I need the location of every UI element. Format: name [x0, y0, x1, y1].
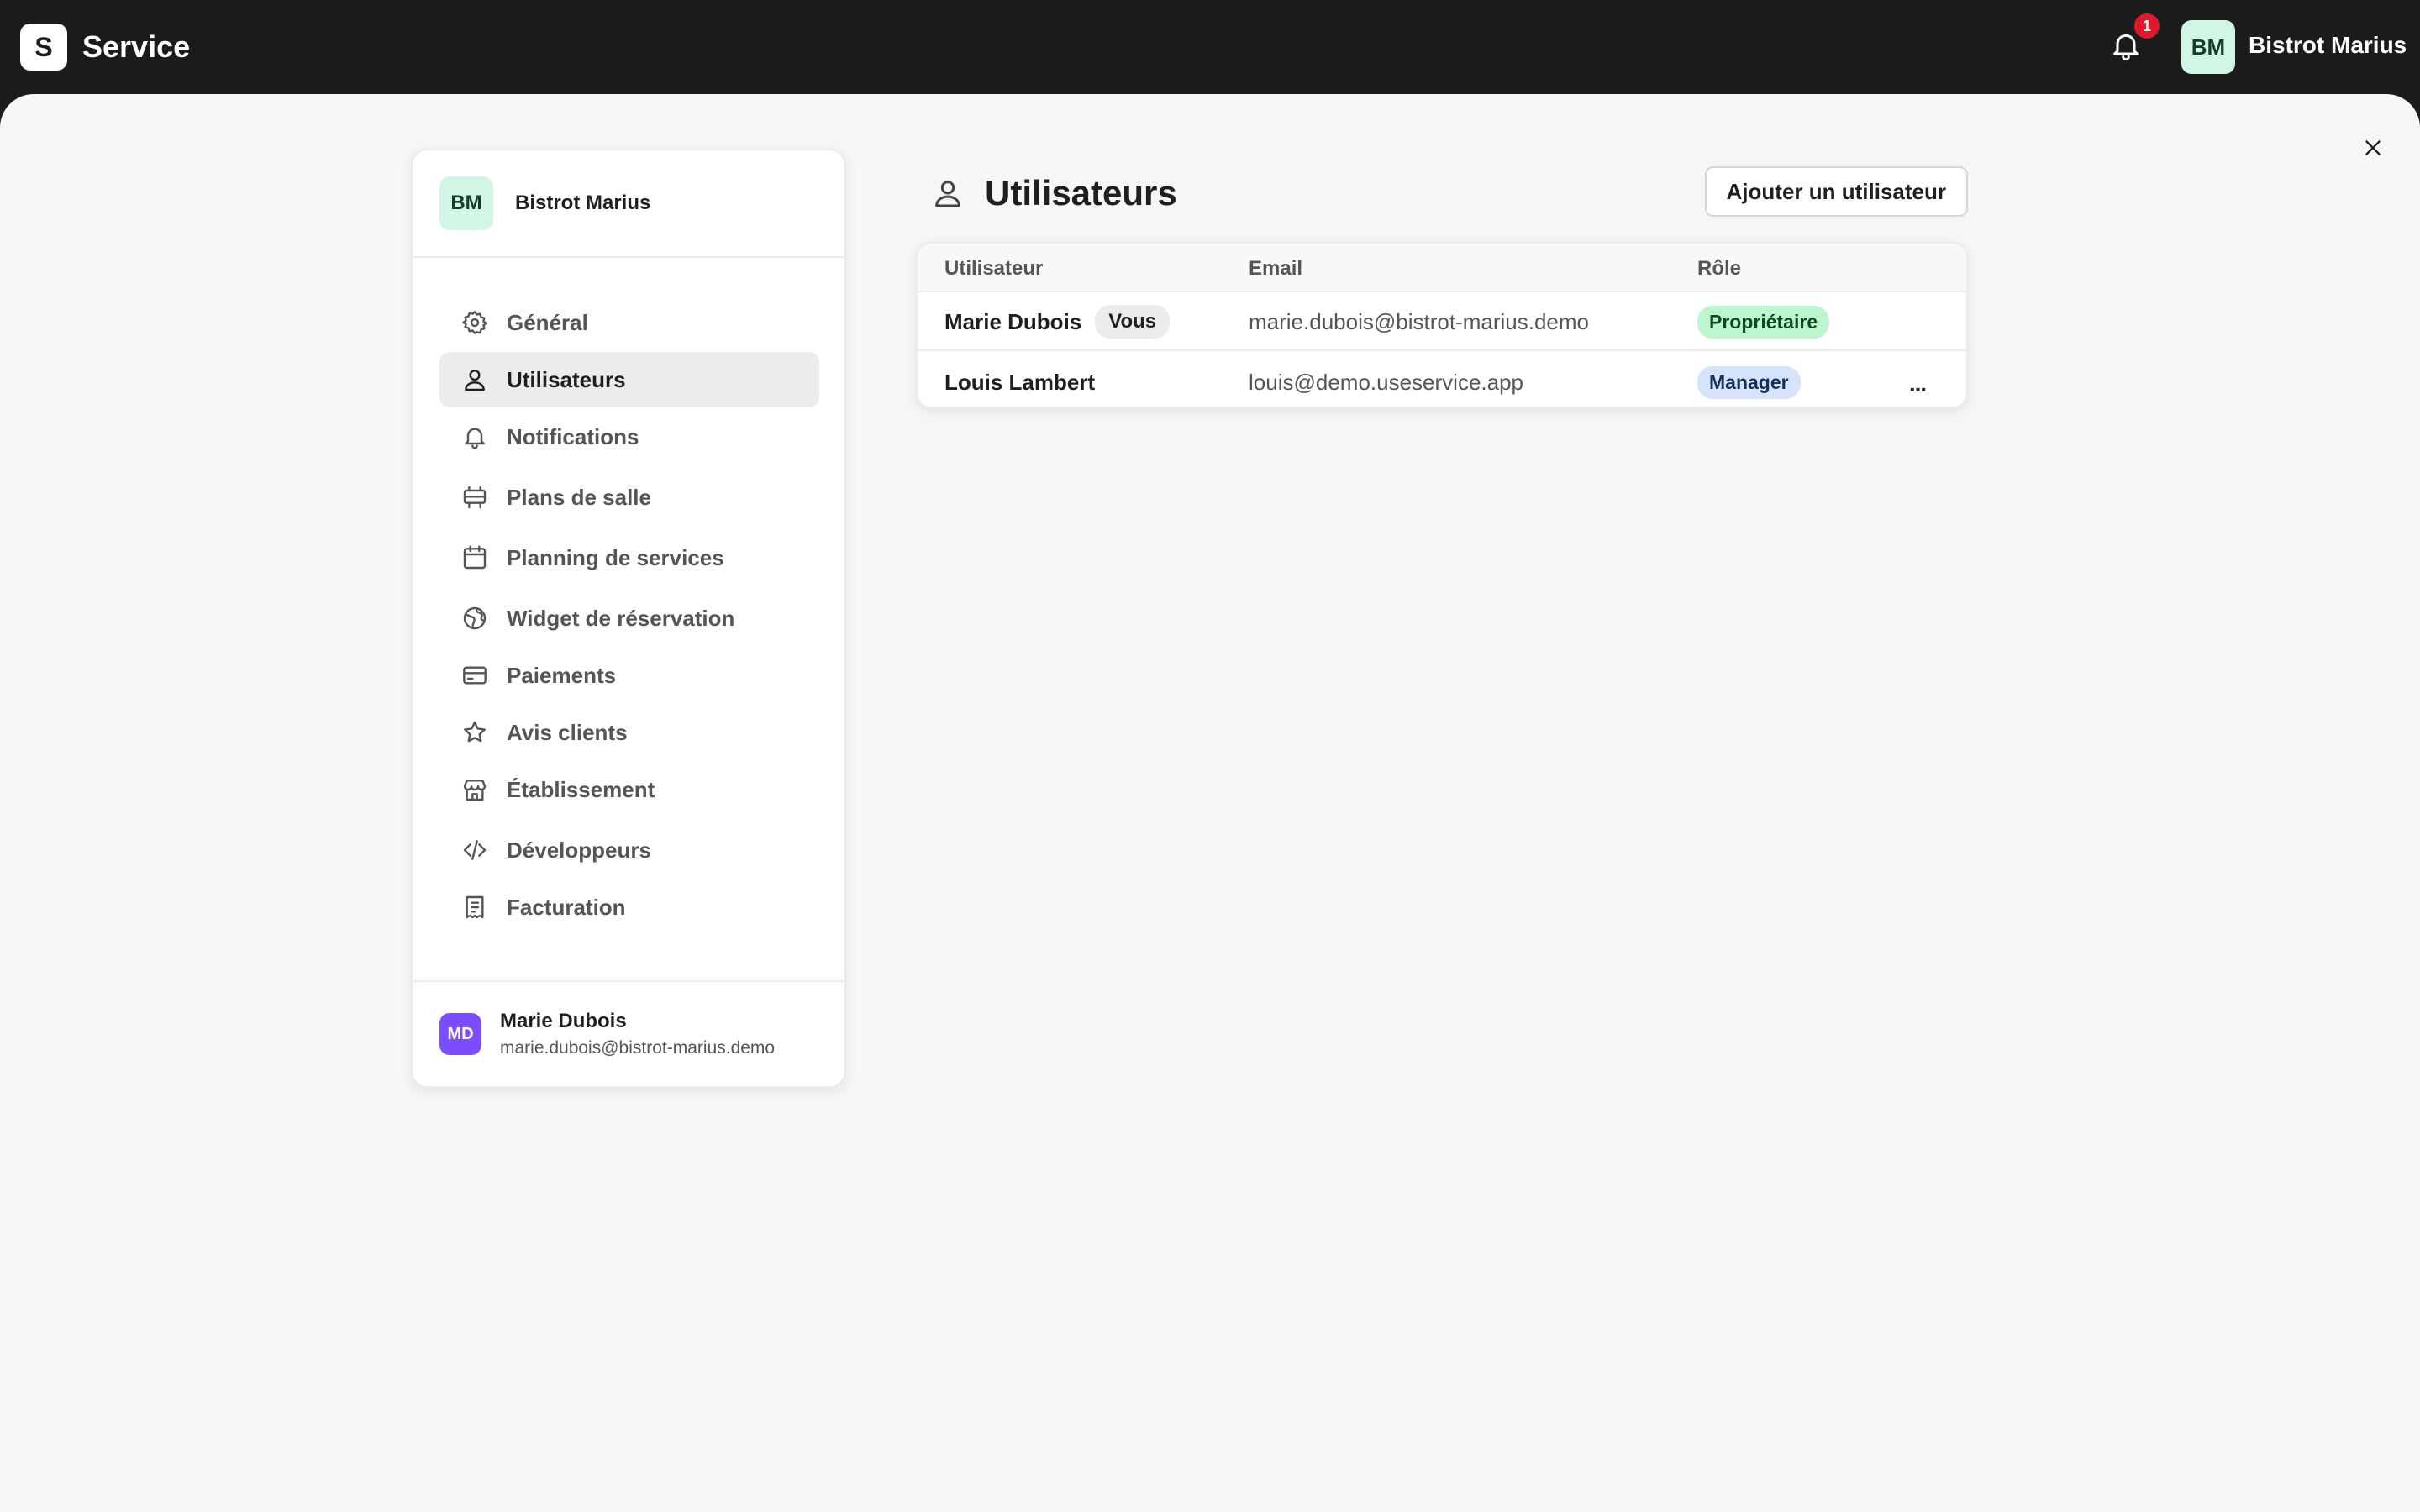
role-cell: Manager — [1697, 353, 1801, 407]
sidebar-item-establishment[interactable]: Établissement — [439, 762, 819, 817]
calendar-icon — [463, 545, 487, 570]
sidebar-user-footer[interactable]: MD Marie Dubois marie.dubois@bistrot-mar… — [413, 980, 844, 1086]
account-avatar[interactable]: BM — [2181, 20, 2235, 74]
bell-icon — [465, 428, 485, 449]
user-email: louis@demo.useservice.app — [1249, 369, 1524, 395]
sidebar-item-billing[interactable]: Facturation — [439, 879, 819, 935]
page-title: Utilisateurs — [985, 173, 1177, 213]
you-badge: Vous — [1095, 305, 1171, 339]
sidebar-item-label: Établissement — [507, 776, 655, 802]
receipt-icon — [466, 895, 484, 919]
sidebar-item-developers[interactable]: Développeurs — [439, 822, 819, 878]
brand-logo: S — [20, 24, 67, 71]
sidebar-item-notifications[interactable]: Notifications — [439, 409, 819, 465]
store-icon — [463, 780, 487, 801]
column-header-role: Rôle — [1697, 257, 1742, 280]
table-row[interactable]: Marie Dubois Vous marie.dubois@bistrot-m… — [918, 292, 1966, 351]
users-table: Utilisateur Email Rôle Marie Dubois Vous… — [916, 242, 1968, 408]
row-actions-menu-button[interactable]: ... — [1901, 370, 1934, 398]
top-bar: S Service 1 BM Bistrot Marius — [0, 0, 2420, 94]
sidebar-item-payments[interactable]: Paiements — [439, 648, 819, 703]
sidebar-item-users[interactable]: Utilisateurs — [439, 352, 819, 407]
user-icon — [465, 370, 485, 391]
user-name: Marie Dubois — [500, 1010, 627, 1032]
sidebar-item-label: Planning de services — [507, 544, 724, 570]
globe-icon — [463, 606, 487, 630]
sidebar-item-booking-widget[interactable]: Widget de réservation — [439, 591, 819, 646]
sidebar-item-label: Facturation — [507, 894, 626, 920]
page-header: Utilisateurs Ajouter un utilisateur — [931, 161, 1968, 225]
sidebar-item-service-planning[interactable]: Planning de services — [439, 530, 819, 585]
table-header: Utilisateur Email Rôle — [918, 244, 1966, 292]
sidebar-org-header[interactable]: BM Bistrot Marius — [413, 150, 844, 258]
user-email: marie.dubois@bistrot-marius.demo — [500, 1038, 776, 1058]
star-icon — [464, 721, 486, 743]
sidebar-item-label: Widget de réservation — [507, 605, 735, 631]
notifications-button[interactable]: 1 — [2109, 13, 2160, 66]
user-name: Marie Dubois — [944, 308, 1082, 334]
user-name-cell: Marie Dubois Vous — [944, 292, 1171, 351]
settings-sheet: BM Bistrot Marius Général Utilisateurs N… — [0, 94, 2420, 1512]
role-cell: Propriétaire — [1697, 292, 1830, 351]
brand-name: Service — [82, 29, 191, 64]
close-button[interactable] — [2353, 128, 2393, 168]
sidebar-item-label: Général — [507, 309, 588, 335]
column-header-email: Email — [1249, 257, 1303, 280]
floor-plan-icon — [463, 486, 487, 509]
user-email: marie.dubois@bistrot-marius.demo — [1249, 308, 1589, 334]
brand[interactable]: S Service — [20, 24, 190, 71]
account-name[interactable]: Bistrot Marius — [2249, 32, 2407, 59]
sidebar-item-reviews[interactable]: Avis clients — [439, 705, 819, 760]
role-badge: Propriétaire — [1697, 305, 1830, 339]
add-user-button[interactable]: Ajouter un utilisateur — [1704, 166, 1968, 217]
user-name: Louis Lambert — [944, 369, 1096, 395]
user-avatar: MD — [439, 1013, 481, 1055]
sidebar-item-label: Notifications — [507, 423, 639, 449]
sidebar-item-label: Paiements — [507, 662, 617, 688]
table-row[interactable]: Louis Lambert louis@demo.useservice.app … — [918, 353, 1966, 407]
sidebar-item-label: Avis clients — [507, 719, 628, 745]
sidebar-item-label: Plans de salle — [507, 484, 651, 510]
org-name: Bistrot Marius — [515, 192, 651, 214]
gear-icon — [462, 311, 487, 334]
close-icon — [2365, 140, 2381, 155]
code-icon — [463, 840, 487, 860]
sidebar-item-label: Utilisateurs — [507, 366, 626, 392]
org-avatar: BM — [439, 176, 493, 230]
settings-sidebar: BM Bistrot Marius Général Utilisateurs N… — [411, 149, 846, 1088]
sidebar-item-label: Développeurs — [507, 837, 651, 863]
role-badge: Manager — [1697, 365, 1801, 399]
sidebar-item-general[interactable]: Général — [439, 295, 819, 350]
notification-count-badge: 1 — [2134, 13, 2160, 39]
user-icon — [935, 181, 960, 207]
credit-card-icon — [463, 666, 487, 685]
column-header-user: Utilisateur — [944, 257, 1044, 280]
sidebar-item-floor-plans[interactable]: Plans de salle — [439, 470, 819, 525]
user-info: Marie Dubois marie.dubois@bistrot-marius… — [500, 1010, 775, 1058]
